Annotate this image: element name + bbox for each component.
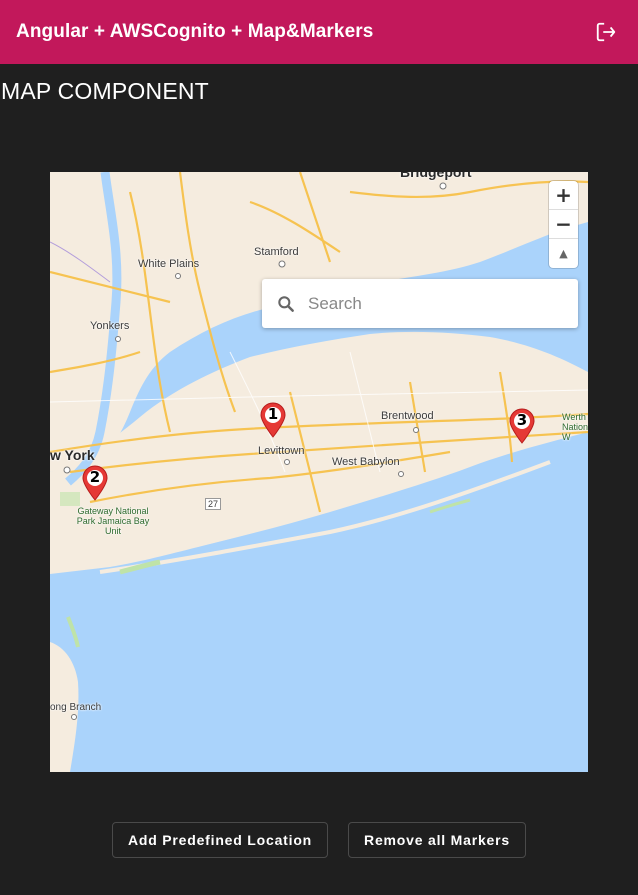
map-marker-1[interactable]: 1	[259, 402, 287, 438]
remove-all-markers-button[interactable]: Remove all Markers	[348, 822, 526, 858]
map-view[interactable]: Bridgeport Stamford White Plains Yonkers…	[50, 172, 588, 772]
marker-label: 1	[267, 405, 279, 423]
map-label-yonkers: Yonkers	[90, 320, 130, 332]
add-predefined-location-button[interactable]: Add Predefined Location	[112, 822, 328, 858]
map-label-worth: Werth National W	[562, 412, 588, 442]
map-label-west-babylon: West Babylon	[332, 456, 400, 468]
zoom-out-button[interactable]: −	[549, 210, 578, 239]
map-label-bridgeport: Bridgeport	[400, 172, 472, 180]
map-label-long-branch: ong Branch	[50, 702, 102, 713]
map-label-route-27: 27	[205, 498, 222, 510]
search-icon	[278, 295, 294, 312]
zoom-controls: + − ▲	[549, 181, 578, 268]
page-title: MAP COMPONENT	[1, 78, 209, 104]
app-title: Angular + AWSCognito + Map&Markers	[16, 21, 374, 42]
logout-icon	[596, 22, 616, 42]
map-label-new-york: w York	[50, 447, 95, 463]
map-label-levittown: Levittown	[258, 445, 305, 457]
compass-button[interactable]: ▲	[549, 239, 578, 268]
compass-icon: ▲	[559, 247, 568, 260]
marker-label: 2	[89, 468, 101, 486]
map-label-white-plains-text: White Plains	[138, 258, 200, 270]
map-label-brentwood: Brentwood	[381, 410, 434, 422]
map-search-box[interactable]	[262, 279, 578, 328]
map-search-input[interactable]	[308, 293, 558, 314]
app-toolbar: Angular + AWSCognito + Map&Markers	[0, 0, 638, 64]
map-label-gateway: Gateway National Park Jamaica Bay Unit	[76, 506, 150, 536]
marker-label: 3	[516, 411, 528, 429]
map-tiles	[50, 172, 588, 772]
map-marker-3[interactable]: 3	[508, 408, 536, 444]
map-label-stamford: Stamford	[254, 246, 299, 258]
map-marker-2[interactable]: 2	[81, 465, 109, 501]
zoom-in-button[interactable]: +	[549, 181, 578, 210]
logout-button[interactable]	[590, 16, 622, 48]
